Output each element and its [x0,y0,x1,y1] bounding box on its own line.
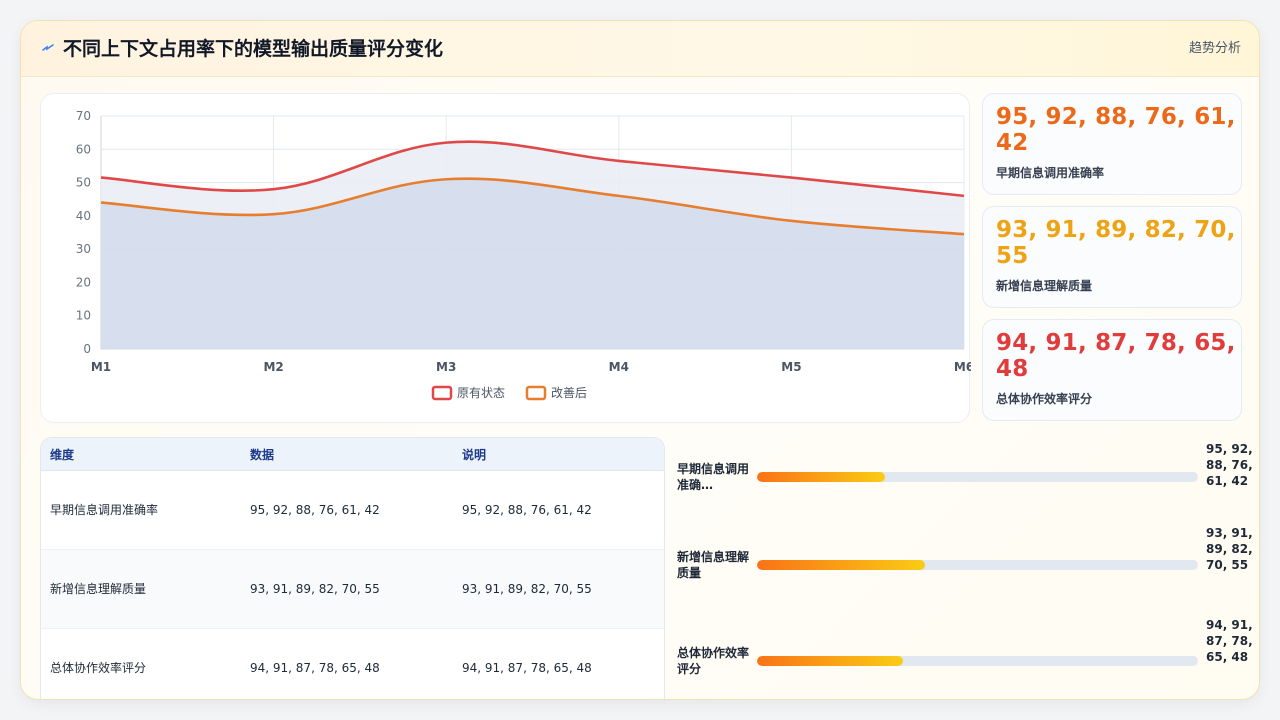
progress-track [757,472,1198,482]
y-tick-label: 50 [76,176,91,190]
line-chart-panel: 0 10 20 30 40 50 60 70 M1 M2 M3 M4 M5 M6 原有状态 改善后 [40,93,971,423]
table-cell: 新增信息理解质量 [50,582,147,596]
progress-track [757,656,1198,666]
line-chart: 0 10 20 30 40 50 60 70 M1 M2 M3 M4 M5 M6 原有状态 改善后 [76,109,971,401]
flash-icon [41,41,55,55]
table-cell: 总体协作效率评分 [50,661,147,675]
x-tick-label: M1 [91,360,111,374]
dashboard-card: 不同上下文占用率下的模型输出质量评分变化 趋势分析 0 10 20 30 40 50 60 7… [20,20,1260,700]
progress-track [757,560,1198,570]
progress-fill [757,472,885,482]
page-title: 不同上下文占用率下的模型输出质量评分变化 [63,38,444,60]
legend-label: 原有状态 [457,386,505,400]
table-row: 总体协作效率评分 94, 91, 87, 78, 65, 48 94, 91, … [41,629,664,699]
y-tick-label: 20 [76,275,91,289]
progress-value: 95, 92, 88, 76, 61, 42 [1206,442,1253,488]
progress-value: 93, 91, 89, 82, 70, 55 [1206,526,1253,572]
stat-label: 早期信息调用准确率 [996,166,1105,180]
table-cell: 94, 91, 87, 78, 65, 48 [250,661,380,675]
table-row: 新增信息理解质量 93, 91, 89, 82, 70, 55 93, 91, … [41,550,664,629]
table-cell: 早期信息调用准确率 [50,503,159,517]
column-header-data: 数据 [250,448,275,462]
progress-label: 新增信息理解质量 [677,550,750,580]
progress-fill [757,560,925,570]
table-header: 维度 数据 说明 [41,438,664,471]
stat-label: 新增信息理解质量 [996,279,1093,293]
trend-analysis-link[interactable]: 趋势分析 [1189,39,1241,59]
legend-swatch [525,385,547,401]
y-tick-label: 70 [76,109,91,123]
table-row: 早期信息调用准确率 95, 92, 88, 76, 61, 42 95, 92,… [41,471,664,550]
legend-label: 改善后 [551,385,587,400]
stat-value: 95, 92, 88, 76, 61, 42 [996,104,1236,156]
stat-value: 93, 91, 89, 82, 70, 55 [996,217,1236,269]
table-cell: 94, 91, 87, 78, 65, 48 [462,661,592,675]
data-table: 维度 数据 说明 早期信息调用准确率 95, 92, 88, 76, 61, 4… [40,437,665,699]
column-header-dimension: 维度 [50,448,75,462]
table-cell: 93, 91, 89, 82, 70, 55 [462,582,592,596]
legend-swatch [431,385,453,401]
table-cell: 95, 92, 88, 76, 61, 42 [462,503,592,517]
y-tick-label: 30 [76,242,91,256]
x-tick-label: M5 [781,360,801,374]
y-tick-label: 0 [83,342,91,356]
progress-fill [757,656,903,666]
stat-card-early-recall: 95, 92, 88, 76, 61, 42 早期信息调用准确率 [982,93,1242,195]
progress-label: 早期信息调用准确… [677,462,750,492]
stat-label: 总体协作效率评分 [996,392,1093,406]
table-cell: 95, 92, 88, 76, 61, 42 [250,503,380,517]
x-tick-label: M3 [436,360,456,374]
x-tick-label: M2 [263,360,283,374]
column-header-note: 说明 [462,448,487,462]
card-header: 不同上下文占用率下的模型输出质量评分变化 趋势分析 [21,21,1259,77]
y-tick-label: 10 [76,309,91,323]
y-tick-label: 40 [76,209,91,223]
progress-label: 总体协作效率评分 [677,646,750,676]
stat-card-collab-efficiency: 94, 91, 87, 78, 65, 48 总体协作效率评分 [982,319,1242,421]
stat-value: 94, 91, 87, 78, 65, 48 [996,330,1236,382]
x-tick-label: M4 [609,360,629,374]
stat-card-new-info: 93, 91, 89, 82, 70, 55 新增信息理解质量 [982,206,1242,308]
y-tick-label: 60 [76,142,91,156]
table-cell: 93, 91, 89, 82, 70, 55 [250,582,380,596]
x-tick-label: M6 [954,360,971,374]
progress-value: 94, 91, 87, 78, 65, 48 [1206,618,1253,664]
